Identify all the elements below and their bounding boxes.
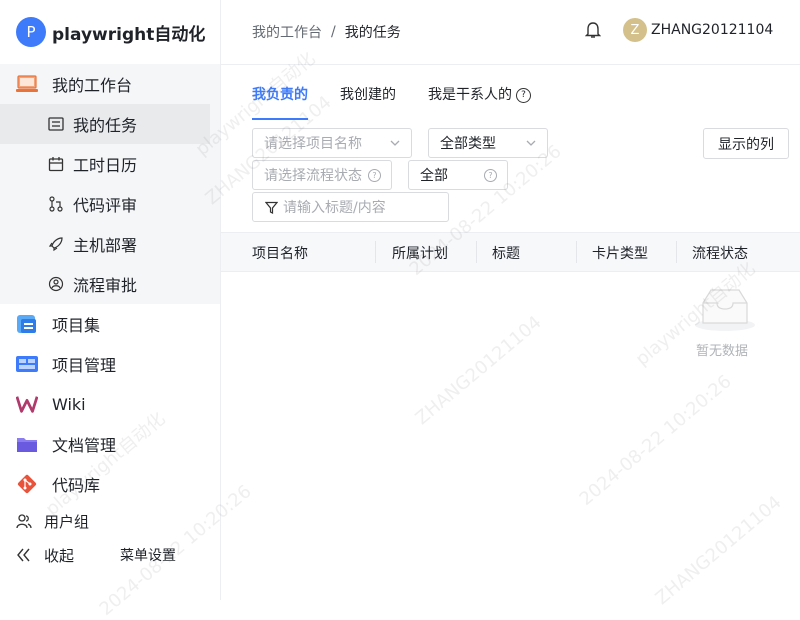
column-header[interactable]: 卡片类型 bbox=[592, 243, 648, 263]
project-set-icon bbox=[16, 313, 38, 335]
table-header: 项目名称 所属计划 标题 卡片类型 流程状态 bbox=[221, 232, 800, 272]
task-tabs: 我负责的 我创建的 我是干系人的? bbox=[252, 84, 563, 120]
collapse-icon[interactable] bbox=[16, 548, 34, 562]
brand-name: playwright自动化 bbox=[52, 24, 206, 45]
menu-settings-button[interactable]: 菜单设置 bbox=[120, 545, 176, 565]
tab-stakeholder[interactable]: 我是干系人的? bbox=[428, 84, 531, 120]
chevron-down-icon bbox=[389, 137, 401, 153]
username[interactable]: ZHANG20121104 bbox=[651, 22, 773, 38]
sidebar-item-host-deploy[interactable]: 主机部署 bbox=[0, 224, 220, 264]
sidebar-item-user-group[interactable]: 用户组 bbox=[0, 504, 220, 538]
code-review-icon bbox=[48, 196, 64, 212]
sidebar-item-label: 工时日历 bbox=[73, 156, 138, 175]
approval-icon bbox=[48, 276, 64, 292]
laptop-icon bbox=[16, 73, 38, 95]
filter-icon bbox=[265, 201, 278, 214]
column-divider bbox=[476, 241, 477, 263]
breadcrumb-workbench[interactable]: 我的工作台 bbox=[252, 22, 322, 42]
help-icon: ? bbox=[368, 169, 381, 182]
calendar-icon bbox=[48, 156, 64, 172]
task-card-icon bbox=[48, 116, 64, 132]
sidebar-item-label: 项目集 bbox=[52, 316, 101, 335]
brand: P playwright自动化 bbox=[0, 0, 220, 64]
tab-created[interactable]: 我创建的 bbox=[340, 84, 396, 120]
sidebar-item-label: 主机部署 bbox=[73, 236, 138, 255]
brand-logo: P bbox=[16, 17, 46, 47]
user-group-label: 用户组 bbox=[44, 512, 90, 531]
workbench-group: 我的工作台 我的任务 工时日历 代码评审 主机部署 流程审批 bbox=[0, 64, 220, 304]
sidebar-item-label: 我的任务 bbox=[73, 116, 138, 135]
flow-status-placeholder: 请选择流程状态 bbox=[264, 168, 362, 184]
show-columns-button[interactable]: 显示的列 bbox=[703, 128, 789, 159]
sidebar-item-label: 项目管理 bbox=[52, 356, 117, 375]
search-input[interactable]: 请输入标题/内容 bbox=[252, 192, 449, 222]
column-divider bbox=[375, 241, 376, 263]
sidebar-item-workbench[interactable]: 我的工作台 bbox=[0, 64, 220, 104]
column-header[interactable]: 标题 bbox=[492, 243, 520, 263]
sidebar-item-wiki[interactable]: Wiki bbox=[0, 384, 220, 424]
project-select-placeholder: 请选择项目名称 bbox=[264, 136, 362, 152]
collapse-button[interactable]: 收起 bbox=[44, 545, 74, 566]
tab-responsible[interactable]: 我负责的 bbox=[252, 84, 308, 120]
sidebar-item-project-management[interactable]: 项目管理 bbox=[0, 344, 220, 384]
help-icon[interactable]: ? bbox=[516, 87, 531, 103]
sidebar-item-label: 流程审批 bbox=[73, 276, 138, 295]
status-select[interactable]: 全部 ? bbox=[408, 160, 508, 190]
sidebar-item-document-management[interactable]: 文档管理 bbox=[0, 424, 220, 464]
header: 我的工作台 / 我的任务 Z ZHANG20121104 bbox=[221, 0, 800, 65]
sidebar: P playwright自动化 我的工作台 我的任务 工时日历 代码评审 主机部… bbox=[0, 0, 221, 600]
sidebar-item-label: 代码评审 bbox=[73, 196, 138, 215]
column-header[interactable]: 项目名称 bbox=[252, 243, 308, 263]
sidebar-item-code-repo[interactable]: 代码库 bbox=[0, 464, 220, 504]
type-select[interactable]: 全部类型 bbox=[428, 128, 548, 158]
workbench-submenu: 我的任务 工时日历 代码评审 主机部署 流程审批 bbox=[0, 104, 220, 304]
sidebar-item-timesheet-calendar[interactable]: 工时日历 bbox=[0, 144, 220, 184]
status-select-value: 全部 bbox=[420, 168, 448, 184]
empty-text: 暂无数据 bbox=[696, 344, 749, 359]
sidebar-item-my-tasks[interactable]: 我的任务 bbox=[0, 104, 210, 144]
avatar[interactable]: Z bbox=[623, 18, 647, 42]
column-divider bbox=[676, 241, 677, 263]
git-icon bbox=[16, 473, 38, 495]
sidebar-item-project-set[interactable]: 项目集 bbox=[0, 304, 220, 344]
main-content: 我的工作台 / 我的任务 Z ZHANG20121104 我负责的 我创建的 我… bbox=[221, 0, 800, 600]
project-management-icon bbox=[16, 353, 38, 375]
breadcrumb-separator: / bbox=[331, 24, 336, 40]
sidebar-item-label: 文档管理 bbox=[52, 436, 117, 455]
sidebar-item-label: Wiki bbox=[52, 394, 86, 414]
sidebar-item-process-approval[interactable]: 流程审批 bbox=[0, 264, 220, 304]
rocket-icon bbox=[48, 236, 64, 252]
column-header[interactable]: 所属计划 bbox=[392, 243, 448, 263]
project-select[interactable]: 请选择项目名称 bbox=[252, 128, 412, 158]
column-divider bbox=[576, 241, 577, 263]
tab-stakeholder-label: 我是干系人的 bbox=[428, 87, 512, 103]
search-placeholder: 请输入标题/内容 bbox=[283, 200, 386, 216]
folder-icon bbox=[16, 433, 38, 455]
sidebar-item-label: 我的工作台 bbox=[52, 76, 133, 95]
flow-status-select[interactable]: 请选择流程状态 ? bbox=[252, 160, 392, 190]
empty-box-icon bbox=[693, 287, 757, 337]
bell-icon[interactable] bbox=[584, 21, 602, 43]
type-select-value: 全部类型 bbox=[440, 136, 496, 152]
column-header[interactable]: 流程状态 bbox=[692, 243, 748, 263]
help-icon: ? bbox=[484, 169, 497, 182]
user-group-icon bbox=[16, 513, 34, 529]
sidebar-item-code-review[interactable]: 代码评审 bbox=[0, 184, 220, 224]
chevron-down-icon bbox=[525, 137, 537, 153]
sidebar-footer: 收起 菜单设置 bbox=[0, 538, 220, 572]
wiki-icon bbox=[16, 393, 38, 415]
breadcrumb-my-tasks: 我的任务 bbox=[344, 25, 401, 41]
sidebar-item-label: 代码库 bbox=[52, 476, 101, 495]
